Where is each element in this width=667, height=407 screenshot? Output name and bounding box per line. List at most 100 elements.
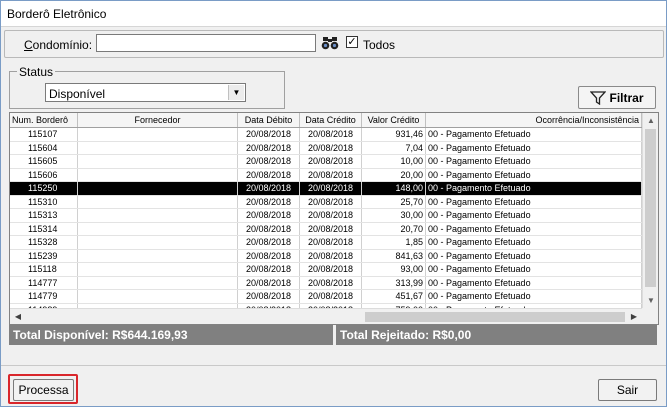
table-row[interactable]: 115250 20/08/2018 20/08/2018 148,00 00 - Pag… bbox=[10, 182, 642, 196]
table-row[interactable]: 115606 20/08/2018 20/08/2018 20,00 00 - Paga… bbox=[10, 168, 642, 182]
ocorrencia-cell: 00 - Pagamento Efetuado bbox=[426, 182, 642, 195]
window-title: Borderô Eletrônico bbox=[7, 7, 107, 21]
valor-credito-cell: 30,00 bbox=[362, 209, 426, 222]
column-header-num[interactable]: Num. Borderô bbox=[10, 113, 78, 127]
data-credito-cell: 20/08/2018 bbox=[300, 236, 362, 249]
ocorrencia-cell: 00 - Pagamento Efetuado bbox=[426, 209, 642, 222]
num-cell: 115239 bbox=[10, 249, 78, 262]
processa-button[interactable]: Processa bbox=[13, 379, 74, 401]
valor-credito-cell: 93,00 bbox=[362, 263, 426, 276]
column-header-fornecedor[interactable]: Fornecedor bbox=[78, 113, 238, 127]
table-row[interactable]: 115605 20/08/2018 20/08/2018 10,00 00 - Paga… bbox=[10, 155, 642, 169]
num-cell: 114777 bbox=[10, 276, 78, 289]
binoculars-icon bbox=[321, 37, 339, 50]
data-debito-cell: 20/08/2018 bbox=[238, 263, 300, 276]
data-debito-cell: 20/08/2018 bbox=[238, 249, 300, 262]
data-debito-cell: 20/08/2018 bbox=[238, 276, 300, 289]
sair-button[interactable]: Sair bbox=[598, 379, 657, 401]
title-bar: Borderô Eletrônico bbox=[1, 1, 666, 27]
table-row[interactable]: 115310 20/08/2018 20/08/2018 25,70 00 - Paga… bbox=[10, 195, 642, 209]
status-select[interactable]: Disponível ▼ bbox=[45, 83, 246, 102]
column-header-valor-credito[interactable]: Valor Crédito bbox=[362, 113, 426, 127]
scroll-right-icon[interactable]: ▶ bbox=[626, 309, 642, 324]
valor-credito-cell: 20,70 bbox=[362, 222, 426, 235]
data-credito-cell: 20/08/2018 bbox=[300, 195, 362, 208]
data-debito-cell: 20/08/2018 bbox=[238, 141, 300, 154]
ocorrencia-cell: 00 - Pagamento Efetuado bbox=[426, 168, 642, 181]
horizontal-scroll-thumb[interactable] bbox=[365, 312, 625, 322]
grid-rows: 115107 20/08/2018 20/08/2018 931,46 00 - Pag… bbox=[10, 128, 642, 317]
ocorrencia-cell: 00 - Pagamento Efetuado bbox=[426, 222, 642, 235]
divider bbox=[1, 365, 666, 366]
table-row[interactable]: 115313 20/08/2018 20/08/2018 30,00 00 - Paga… bbox=[10, 209, 642, 223]
column-header-data-debito[interactable]: Data Débito bbox=[238, 113, 300, 127]
funnel-icon bbox=[590, 90, 607, 105]
scroll-down-icon[interactable]: ▼ bbox=[643, 293, 658, 308]
vertical-scroll-thumb[interactable] bbox=[645, 129, 656, 287]
condominio-input[interactable] bbox=[96, 34, 316, 52]
data-credito-cell: 20/08/2018 bbox=[300, 182, 362, 195]
valor-credito-cell: 148,00 bbox=[362, 182, 426, 195]
fornecedor-cell bbox=[78, 290, 238, 303]
valor-credito-cell: 20,00 bbox=[362, 168, 426, 181]
table-row[interactable]: 115239 20/08/2018 20/08/2018 841,63 00 - Pag… bbox=[10, 249, 642, 263]
table-row[interactable]: 115118 20/08/2018 20/08/2018 93,00 00 - Paga… bbox=[10, 263, 642, 277]
column-header-ocorrencia[interactable]: Ocorrência/Inconsistência bbox=[426, 113, 642, 127]
num-cell: 115605 bbox=[10, 155, 78, 168]
data-credito-cell: 20/08/2018 bbox=[300, 222, 362, 235]
total-disponivel: Total Disponível: R$644.169,93 bbox=[9, 325, 333, 345]
fornecedor-cell bbox=[78, 236, 238, 249]
table-row[interactable]: 114779 20/08/2018 20/08/2018 451,67 00 - Pag… bbox=[10, 290, 642, 304]
borderô-window: Borderô Eletrônico Condomínio: ✓ Todos S… bbox=[0, 0, 667, 407]
fornecedor-cell bbox=[78, 182, 238, 195]
fornecedor-cell bbox=[78, 209, 238, 222]
num-cell: 115328 bbox=[10, 236, 78, 249]
num-cell: 115604 bbox=[10, 141, 78, 154]
filtrar-button[interactable]: Filtrar bbox=[578, 86, 656, 109]
table-row[interactable]: 115107 20/08/2018 20/08/2018 931,46 00 - Pag… bbox=[10, 128, 642, 142]
valor-credito-cell: 10,00 bbox=[362, 155, 426, 168]
data-debito-cell: 20/08/2018 bbox=[238, 195, 300, 208]
data-credito-cell: 20/08/2018 bbox=[300, 249, 362, 262]
condominio-label: Condomínio: bbox=[24, 38, 93, 52]
horizontal-scrollbar[interactable]: ◀ ▶ bbox=[10, 308, 642, 324]
ocorrencia-cell: 00 - Pagamento Efetuado bbox=[426, 249, 642, 262]
data-debito-cell: 20/08/2018 bbox=[238, 155, 300, 168]
num-cell: 115606 bbox=[10, 168, 78, 181]
scroll-corner bbox=[642, 308, 658, 324]
data-credito-cell: 20/08/2018 bbox=[300, 276, 362, 289]
data-debito-cell: 20/08/2018 bbox=[238, 290, 300, 303]
ocorrencia-cell: 00 - Pagamento Efetuado bbox=[426, 236, 642, 249]
ocorrencia-cell: 00 - Pagamento Efetuado bbox=[426, 155, 642, 168]
scroll-up-icon[interactable]: ▲ bbox=[643, 113, 658, 128]
ocorrencia-cell: 00 - Pagamento Efetuado bbox=[426, 195, 642, 208]
todos-checkbox[interactable]: ✓ bbox=[346, 36, 358, 48]
table-row[interactable]: 115604 20/08/2018 20/08/2018 7,04 00 - Pagam… bbox=[10, 141, 642, 155]
vertical-scrollbar[interactable]: ▲ ▼ bbox=[642, 113, 658, 308]
checkmark-icon: ✓ bbox=[347, 36, 357, 48]
ocorrencia-cell: 00 - Pagamento Efetuado bbox=[426, 290, 642, 303]
data-credito-cell: 20/08/2018 bbox=[300, 209, 362, 222]
todos-label: Todos bbox=[363, 38, 396, 52]
column-header-data-credito[interactable]: Data Crédito bbox=[300, 113, 362, 127]
ocorrencia-cell: 00 - Pagamento Efetuado bbox=[426, 141, 642, 154]
valor-credito-cell: 7,04 bbox=[362, 141, 426, 154]
fornecedor-cell bbox=[78, 141, 238, 154]
status-selected-value: Disponível bbox=[49, 87, 106, 101]
num-cell: 115107 bbox=[10, 128, 78, 141]
valor-credito-cell: 931,46 bbox=[362, 128, 426, 141]
data-debito-cell: 20/08/2018 bbox=[238, 222, 300, 235]
filtrar-label: Filtrar bbox=[609, 90, 644, 105]
table-row[interactable]: 115314 20/08/2018 20/08/2018 20,70 00 - Paga… bbox=[10, 222, 642, 236]
search-condominio-button[interactable] bbox=[320, 34, 340, 52]
data-debito-cell: 20/08/2018 bbox=[238, 182, 300, 195]
grid-header: Num. Borderô Fornecedor Data Débito Data… bbox=[10, 113, 642, 128]
scroll-left-icon[interactable]: ◀ bbox=[10, 309, 26, 324]
num-cell: 115118 bbox=[10, 263, 78, 276]
fornecedor-cell bbox=[78, 168, 238, 181]
chevron-down-icon[interactable]: ▼ bbox=[228, 85, 244, 100]
table-row[interactable]: 115328 20/08/2018 20/08/2018 1,85 00 - Pagam… bbox=[10, 236, 642, 250]
status-legend: Status bbox=[17, 65, 56, 79]
valor-credito-cell: 25,70 bbox=[362, 195, 426, 208]
table-row[interactable]: 114777 20/08/2018 20/08/2018 313,99 00 - Pag… bbox=[10, 276, 642, 290]
